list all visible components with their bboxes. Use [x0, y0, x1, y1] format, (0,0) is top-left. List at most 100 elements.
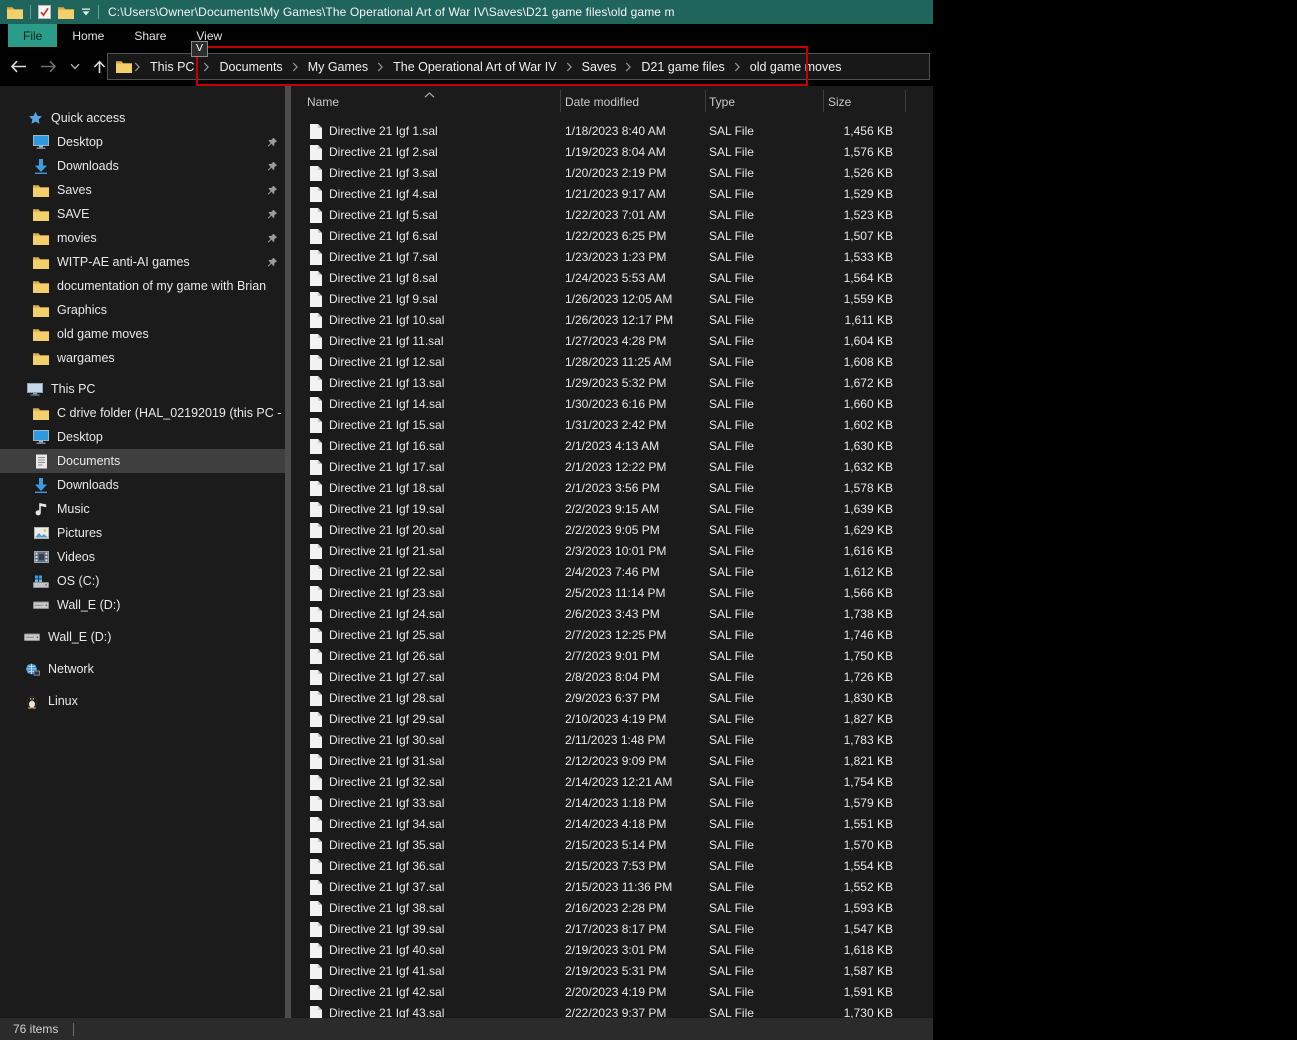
file-row[interactable]: Directive 21 Igf 21.sal 2/3/2023 10:01 PM…: [291, 541, 933, 562]
file-row[interactable]: Directive 21 Igf 30.sal 2/11/2023 1:48 PM…: [291, 730, 933, 751]
sidebar-item-pictures[interactable]: Pictures: [0, 521, 285, 545]
column-header-type[interactable]: Type: [709, 95, 735, 109]
sidebar-item-save[interactable]: SAVE: [0, 202, 285, 226]
file-row[interactable]: Directive 21 Igf 1.sal 1/18/2023 8:40 AM S…: [291, 121, 933, 142]
sidebar-section-quick-access[interactable]: Quick access: [0, 106, 285, 130]
file-row[interactable]: Directive 21 Igf 29.sal 2/10/2023 4:19 PM…: [291, 709, 933, 730]
up-button[interactable]: [93, 60, 106, 74]
breadcrumb-chevron-icon[interactable]: [625, 62, 632, 72]
breadcrumb-item[interactable]: old game moves: [741, 60, 851, 74]
sidebar-item-downloads[interactable]: Downloads: [0, 473, 285, 497]
breadcrumb-item[interactable]: This PC: [141, 60, 203, 74]
file-row[interactable]: Directive 21 Igf 33.sal 2/14/2023 1:18 PM…: [291, 793, 933, 814]
column-divider[interactable]: [705, 90, 706, 112]
file-row[interactable]: Directive 21 Igf 20.sal 2/2/2023 9:05 PM S…: [291, 520, 933, 541]
column-divider[interactable]: [905, 90, 906, 112]
breadcrumb-chevron-icon[interactable]: [377, 62, 384, 72]
sidebar-item-graphics[interactable]: Graphics: [0, 298, 285, 322]
forward-button[interactable]: [40, 60, 57, 73]
qat-dropdown-icon[interactable]: [81, 8, 91, 17]
file-row[interactable]: Directive 21 Igf 22.sal 2/4/2023 7:46 PM S…: [291, 562, 933, 583]
sidebar-item-witp-ae-anti-ai-games[interactable]: WITP-AE anti-AI games: [0, 250, 285, 274]
breadcrumb-item[interactable]: Documents: [210, 60, 291, 74]
file-row[interactable]: Directive 21 Igf 3.sal 1/20/2023 2:19 PM S…: [291, 163, 933, 184]
sidebar-item-network[interactable]: Network: [0, 653, 285, 685]
column-header-date-modified[interactable]: Date modified: [565, 95, 639, 109]
back-button[interactable]: [10, 60, 27, 73]
breadcrumb-item[interactable]: Saves: [573, 60, 626, 74]
file-row[interactable]: Directive 21 Igf 18.sal 2/1/2023 3:56 PM S…: [291, 478, 933, 499]
file-row[interactable]: Directive 21 Igf 5.sal 1/22/2023 7:01 AM S…: [291, 205, 933, 226]
column-header-size[interactable]: Size: [828, 95, 851, 109]
folder-icon[interactable]: [58, 6, 74, 19]
breadcrumb-item[interactable]: The Operational Art of War IV: [384, 60, 566, 74]
sidebar-item-saves[interactable]: Saves: [0, 178, 285, 202]
sidebar-item-music[interactable]: Music: [0, 497, 285, 521]
title-bar[interactable]: C:\Users\Owner\Documents\My Games\The Op…: [0, 0, 933, 24]
breadcrumb-chevron-icon[interactable]: [134, 62, 141, 72]
column-header-name[interactable]: Name: [307, 95, 339, 109]
sidebar-item-wall-e-d[interactable]: Wall_E (D:): [0, 593, 285, 617]
sidebar-item-wargames[interactable]: wargames: [0, 346, 285, 370]
file-row[interactable]: Directive 21 Igf 9.sal 1/26/2023 12:05 AM…: [291, 289, 933, 310]
file-row[interactable]: Directive 21 Igf 43.sal 2/22/2023 9:37 PM…: [291, 1003, 933, 1018]
tab-home[interactable]: Home: [57, 24, 119, 47]
file-row[interactable]: Directive 21 Igf 24.sal 2/6/2023 3:43 PM S…: [291, 604, 933, 625]
column-divider[interactable]: [823, 90, 824, 112]
tab-view[interactable]: View: [181, 24, 237, 47]
file-row[interactable]: Directive 21 Igf 10.sal 1/26/2023 12:17 P…: [291, 310, 933, 331]
properties-check-icon[interactable]: [38, 5, 51, 19]
breadcrumb-chevron-icon[interactable]: [203, 62, 210, 72]
file-row[interactable]: Directive 21 Igf 2.sal 1/19/2023 8:04 AM S…: [291, 142, 933, 163]
recent-locations-chevron-icon[interactable]: [70, 63, 80, 70]
sidebar-item-c-drive-folder-hal-02192019-this-pc-last[interactable]: C drive folder (HAL_02192019 (this PC - …: [0, 401, 285, 425]
file-row[interactable]: Directive 21 Igf 23.sal 2/5/2023 11:14 PM…: [291, 583, 933, 604]
tab-share[interactable]: Share: [119, 24, 181, 47]
sidebar-section-this-pc[interactable]: This PC: [0, 377, 285, 401]
file-row[interactable]: Directive 21 Igf 8.sal 1/24/2023 5:53 AM S…: [291, 268, 933, 289]
file-row[interactable]: Directive 21 Igf 37.sal 2/15/2023 11:36 P…: [291, 877, 933, 898]
breadcrumb-item[interactable]: My Games: [299, 60, 377, 74]
sidebar-item-os-c[interactable]: OS (C:): [0, 569, 285, 593]
file-row[interactable]: Directive 21 Igf 41.sal 2/19/2023 5:31 PM…: [291, 961, 933, 982]
column-divider[interactable]: [560, 90, 561, 112]
sidebar-item-linux[interactable]: Linux: [0, 685, 285, 717]
sidebar-item-documentation-of-my-game-with-brian[interactable]: documentation of my game with Brian: [0, 274, 285, 298]
sidebar-item-wall-e-d[interactable]: Wall_E (D:): [0, 621, 285, 653]
sidebar-item-documents[interactable]: Documents: [0, 449, 285, 473]
file-row[interactable]: Directive 21 Igf 26.sal 2/7/2023 9:01 PM S…: [291, 646, 933, 667]
file-row[interactable]: Directive 21 Igf 36.sal 2/15/2023 7:53 PM…: [291, 856, 933, 877]
file-row[interactable]: Directive 21 Igf 39.sal 2/17/2023 8:17 PM…: [291, 919, 933, 940]
file-row[interactable]: Directive 21 Igf 4.sal 1/21/2023 9:17 AM S…: [291, 184, 933, 205]
sidebar-item-desktop[interactable]: Desktop: [0, 130, 285, 154]
sidebar-item-old-game-moves[interactable]: old game moves: [0, 322, 285, 346]
sidebar-item-downloads[interactable]: Downloads: [0, 154, 285, 178]
file-row[interactable]: Directive 21 Igf 25.sal 2/7/2023 12:25 PM…: [291, 625, 933, 646]
file-row[interactable]: Directive 21 Igf 7.sal 1/23/2023 1:23 PM S…: [291, 247, 933, 268]
file-row[interactable]: Directive 21 Igf 16.sal 2/1/2023 4:13 AM S…: [291, 436, 933, 457]
file-row[interactable]: Directive 21 Igf 35.sal 2/15/2023 5:14 PM…: [291, 835, 933, 856]
file-row[interactable]: Directive 21 Igf 34.sal 2/14/2023 4:18 PM…: [291, 814, 933, 835]
tab-file[interactable]: File: [8, 24, 58, 47]
file-row[interactable]: Directive 21 Igf 19.sal 2/2/2023 9:15 AM S…: [291, 499, 933, 520]
file-row[interactable]: Directive 21 Igf 13.sal 1/29/2023 5:32 PM…: [291, 373, 933, 394]
file-row[interactable]: Directive 21 Igf 31.sal 2/12/2023 9:09 PM…: [291, 751, 933, 772]
file-row[interactable]: Directive 21 Igf 38.sal 2/16/2023 2:28 PM…: [291, 898, 933, 919]
file-row[interactable]: Directive 21 Igf 42.sal 2/20/2023 4:19 PM…: [291, 982, 933, 1003]
address-bar[interactable]: This PC Documents My Games The Operational …: [107, 53, 930, 80]
sort-ascending-icon[interactable]: [424, 87, 435, 101]
folder-icon[interactable]: [7, 6, 23, 19]
file-row[interactable]: Directive 21 Igf 32.sal 2/14/2023 12:21 A…: [291, 772, 933, 793]
breadcrumb-chevron-icon[interactable]: [566, 62, 573, 72]
file-row[interactable]: Directive 21 Igf 15.sal 1/31/2023 2:42 PM…: [291, 415, 933, 436]
file-row[interactable]: Directive 21 Igf 27.sal 2/8/2023 8:04 PM S…: [291, 667, 933, 688]
file-row[interactable]: Directive 21 Igf 14.sal 1/30/2023 6:16 PM…: [291, 394, 933, 415]
sidebar-item-videos[interactable]: Videos: [0, 545, 285, 569]
file-row[interactable]: Directive 21 Igf 40.sal 2/19/2023 3:01 PM…: [291, 940, 933, 961]
file-row[interactable]: Directive 21 Igf 12.sal 1/28/2023 11:25 A…: [291, 352, 933, 373]
file-row[interactable]: Directive 21 Igf 11.sal 1/27/2023 4:28 PM…: [291, 331, 933, 352]
breadcrumb-item[interactable]: D21 game files: [632, 60, 733, 74]
sidebar-item-desktop[interactable]: Desktop: [0, 425, 285, 449]
sidebar-item-movies[interactable]: movies: [0, 226, 285, 250]
file-row[interactable]: Directive 21 Igf 17.sal 2/1/2023 12:22 PM…: [291, 457, 933, 478]
